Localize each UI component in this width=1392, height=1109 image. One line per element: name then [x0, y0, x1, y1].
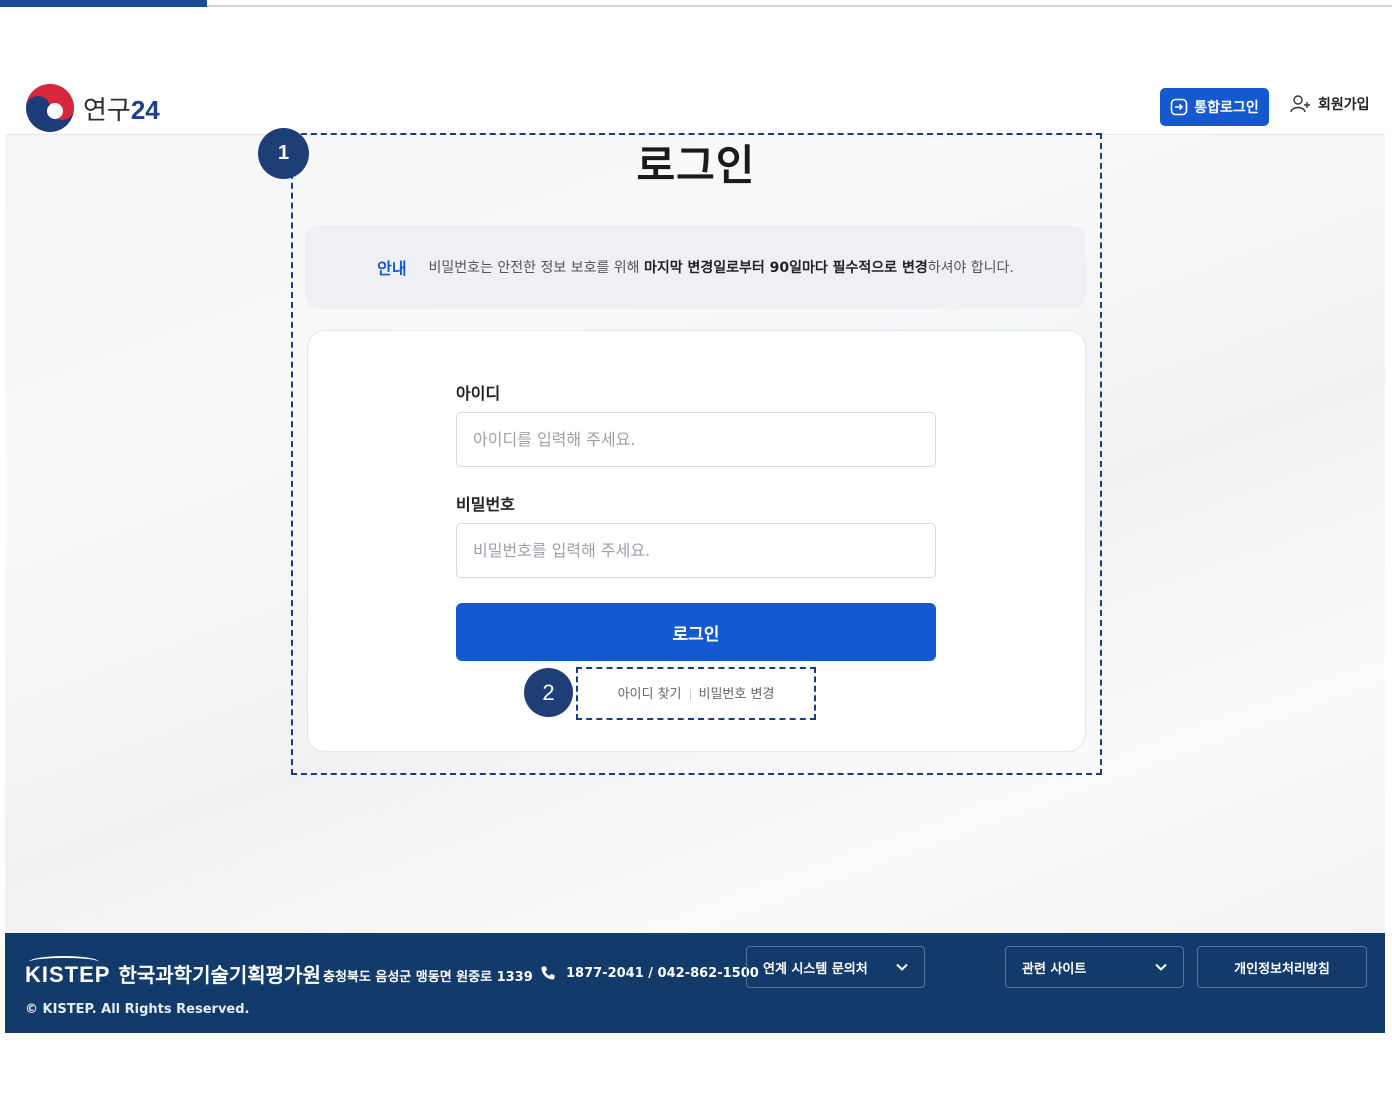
sso-login-label: 통합로그인 [1194, 100, 1259, 116]
password-notice: 안내 비밀번호는 안전한 정보 보호를 위해 마지막 변경일로부터 90일마다 … [305, 225, 1086, 309]
annotation-badge-2: 2 [524, 668, 573, 717]
link-divider [689, 688, 691, 701]
chevron-down-icon [896, 963, 908, 971]
find-id-link[interactable]: 아이디 찾기 [618, 687, 682, 702]
password-input[interactable] [456, 523, 936, 578]
footer-logo: KISTEP 한국과학기술기획평가원 [25, 956, 321, 988]
taegeuk-logo-icon [26, 84, 74, 132]
site-footer: KISTEP 한국과학기술기획평가원 충청북도 음성군 맹동면 원중로 1339… [5, 933, 1385, 1033]
account-links: 아이디 찾기 비밀번호 변경 [576, 683, 816, 702]
copyright: © KISTEP. All Rights Reserved. [25, 1002, 250, 1017]
site-header: 연구24 통합로그인 회원가입 [5, 80, 1385, 135]
top-bar-accent [0, 0, 207, 7]
top-progress-bar [0, 0, 1392, 7]
kistep-wordmark: KISTEP [25, 956, 110, 988]
password-label: 비밀번호 [456, 495, 515, 514]
change-password-link[interactable]: 비밀번호 변경 [699, 687, 775, 702]
related-sites-select[interactable]: 관련 사이트 [1005, 946, 1184, 988]
phone-icon [541, 966, 555, 980]
notice-message: 비밀번호는 안전한 정보 보호를 위해 마지막 변경일로부터 90일마다 필수적… [428, 260, 1014, 276]
chevron-down-icon [1155, 963, 1167, 971]
signup-button[interactable]: 회원가입 [1290, 94, 1370, 114]
footer-phone: 1877-2041 / 042-862-1500 [540, 965, 759, 981]
signup-label: 회원가입 [1318, 97, 1370, 113]
id-label: 아이디 [456, 384, 501, 403]
top-bar-line [207, 5, 1392, 7]
footer-address: 충청북도 음성군 맹동면 원중로 1339 [323, 970, 533, 985]
login-arrow-icon [1170, 98, 1188, 116]
login-button[interactable]: 로그인 [456, 603, 936, 661]
logo-text: 연구24 [83, 94, 160, 125]
org-name: 한국과학기술기획평가원 [118, 963, 321, 987]
linked-systems-select[interactable]: 연계 시스템 문의처 [746, 946, 925, 988]
page-title: 로그인 [636, 141, 756, 190]
notice-tag: 안내 [377, 259, 407, 278]
add-user-icon [1290, 95, 1310, 113]
sso-login-button[interactable]: 통합로그인 [1160, 88, 1269, 126]
site-logo[interactable]: 연구24 [25, 83, 160, 133]
id-input[interactable] [456, 412, 936, 467]
privacy-policy-link[interactable]: 개인정보처리방침 [1197, 946, 1367, 988]
